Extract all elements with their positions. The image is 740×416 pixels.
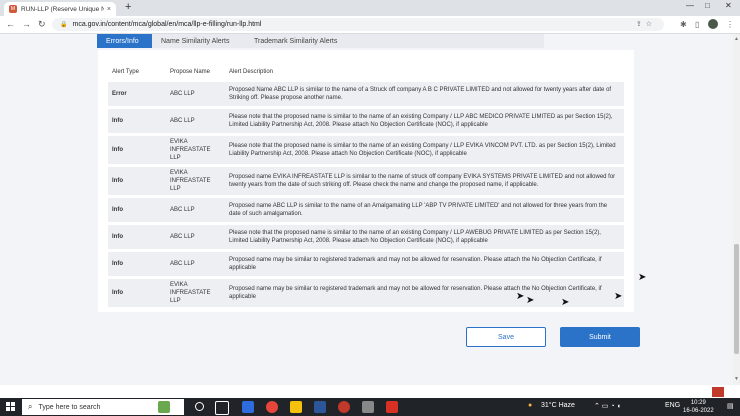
scroll-down-icon[interactable]: ▼	[734, 376, 739, 382]
alert-type: Info	[108, 252, 166, 276]
alert-tabs: Errors/Info Name Similarity Alerts Trade…	[97, 34, 544, 48]
scroll-thumb[interactable]	[734, 244, 739, 354]
app-icon[interactable]	[338, 401, 350, 413]
forward-button[interactable]: →	[22, 19, 31, 29]
alert-description: Proposed Name ABC LLP is similar to the …	[225, 82, 624, 106]
back-button[interactable]: ←	[6, 19, 15, 29]
scroll-up-icon[interactable]: ▲	[734, 36, 739, 42]
table-row: Info ABC LLP Please note that the propos…	[108, 225, 624, 249]
cortana-icon[interactable]	[195, 402, 204, 411]
close-window-button[interactable]: ✕	[725, 1, 732, 10]
cursor-icon: ➤	[638, 272, 647, 283]
propose-name: ABC LLP	[166, 109, 225, 133]
table-row: Info ABC LLP Proposed name ABC LLP is si…	[108, 198, 624, 222]
notification-icon[interactable]: ▤	[727, 402, 734, 410]
table-row: Info ABC LLP Please note that the propos…	[108, 109, 624, 133]
settings-icon[interactable]	[362, 401, 374, 413]
cursor-icon: ➤	[614, 291, 623, 302]
language-indicator[interactable]: ENG	[665, 402, 680, 409]
alert-type: Info	[108, 167, 166, 195]
alerts-card: Alert Type Propose Name Alert Descriptio…	[98, 50, 634, 312]
propose-name: ABC LLP	[166, 252, 225, 276]
menu-kebab-icon[interactable]: ⋮	[726, 20, 734, 29]
url-field[interactable]: 🔒 mca.gov.in/content/mca/global/en/mca/l…	[52, 18, 664, 31]
clock-time: 10:29	[690, 400, 706, 406]
taskbar-search-placeholder[interactable]: Type here to search	[38, 404, 100, 411]
acrobat-icon[interactable]	[386, 401, 398, 413]
alert-description: Please note that the proposed name is si…	[225, 225, 624, 249]
minimize-button[interactable]: —	[686, 1, 694, 10]
tab-close-icon[interactable]: ×	[107, 6, 111, 13]
address-bar: ← → ↻ 🔒 mca.gov.in/content/mca/global/en…	[0, 16, 740, 34]
browser-tab[interactable]: M RUN-LLP (Reserve Unique Name) ×	[4, 2, 116, 16]
cursor-icon: ➤	[561, 297, 570, 308]
clock[interactable]: 10:29 16-06-2022	[683, 399, 714, 415]
table-header-row: Alert Type Propose Name Alert Descriptio…	[108, 65, 624, 79]
search-icon: ⌕	[28, 402, 33, 411]
header-alert-description: Alert Description	[229, 69, 274, 75]
tab-trademark-similarity[interactable]: Trademark Similarity Alerts	[245, 34, 355, 48]
new-tab-button[interactable]: +	[125, 1, 131, 13]
extensions-icon[interactable]: ✱	[680, 20, 687, 29]
alerts-table: Alert Type Propose Name Alert Descriptio…	[108, 62, 624, 310]
reload-button[interactable]: ↻	[38, 19, 46, 30]
clock-date: 16-06-2022	[683, 408, 714, 414]
table-row: Info EVIKA INFREASTATE LLP Please note t…	[108, 136, 624, 164]
browser-tab-title: RUN-LLP (Reserve Unique Name)	[21, 5, 104, 13]
taskbar: ⌕ Type here to search ● 31°C Haze ⌃ ▭ ◔ …	[0, 398, 740, 416]
weather-widget-icon[interactable]	[158, 401, 170, 413]
alert-type: Info	[108, 225, 166, 249]
propose-name: EVIKA INFREASTATE LLP	[166, 279, 225, 307]
file-explorer-icon[interactable]	[290, 401, 302, 413]
propose-name: ABC LLP	[166, 198, 225, 222]
page-scrollbar[interactable]: ▲ ▼	[733, 34, 740, 385]
alert-type: Error	[108, 82, 166, 106]
tab-name-similarity[interactable]: Name Similarity Alerts	[152, 34, 244, 48]
task-view-icon[interactable]	[215, 401, 229, 415]
sidepanel-icon[interactable]: ▯	[695, 20, 699, 29]
table-row: Error ABC LLP Proposed Name ABC LLP is s…	[108, 82, 624, 106]
url-text[interactable]: mca.gov.in/content/mca/global/en/mca/llp…	[72, 21, 261, 28]
browser-tabstrip: M RUN-LLP (Reserve Unique Name) × + — □ …	[0, 0, 740, 16]
alert-type: Info	[108, 136, 166, 164]
alert-description: Proposed name ABC LLP is similar to the …	[225, 198, 624, 222]
favicon-icon: M	[9, 5, 17, 13]
chrome-icon[interactable]	[266, 401, 278, 413]
tab-errors-info[interactable]: Errors/Info	[97, 34, 152, 48]
maximize-button[interactable]: □	[705, 1, 710, 10]
word-icon[interactable]	[314, 401, 326, 413]
cursor-icon: ➤	[516, 291, 525, 302]
propose-name: ABC LLP	[166, 82, 225, 106]
table-row: Info EVIKA INFREASTATE LLP Proposed name…	[108, 167, 624, 195]
app-icon[interactable]	[242, 401, 254, 413]
submit-button[interactable]: Submit	[560, 327, 640, 347]
weather-icon[interactable]: ●	[528, 402, 532, 409]
page-content: Errors/Info Name Similarity Alerts Trade…	[0, 34, 733, 385]
cursor-icon: ➤	[526, 295, 535, 306]
alert-type: Info	[108, 109, 166, 133]
table-row: Info EVIKA INFREASTATE LLP Proposed name…	[108, 279, 624, 307]
alert-type: Info	[108, 279, 166, 307]
alert-description: Proposed name EVIKA INFREASTATE LLP is s…	[225, 167, 624, 195]
alert-description: Please note that the proposed name is si…	[225, 136, 624, 164]
alert-description: Please note that the proposed name is si…	[225, 109, 624, 133]
alert-description: Proposed name may be similar to register…	[225, 252, 624, 276]
share-star-icons[interactable]: ⇪☆	[636, 20, 656, 28]
lock-icon[interactable]: 🔒	[60, 21, 67, 28]
weather-text[interactable]: 31°C Haze	[541, 402, 575, 409]
tray-icons[interactable]: ⌃ ▭ ◔ ◖	[594, 402, 621, 410]
propose-name: EVIKA INFREASTATE LLP	[166, 136, 225, 164]
propose-name: ABC LLP	[166, 225, 225, 249]
alert-type: Info	[108, 198, 166, 222]
chat-widget-icon[interactable]	[712, 387, 724, 397]
propose-name: EVIKA INFREASTATE LLP	[166, 167, 225, 195]
header-propose-name: Propose Name	[170, 69, 211, 75]
profile-avatar[interactable]	[708, 19, 718, 29]
save-button[interactable]: Save	[466, 327, 546, 347]
header-alert-type: Alert Type	[112, 69, 139, 75]
windows-start-icon[interactable]	[6, 402, 16, 412]
table-row: Info ABC LLP Proposed name may be simila…	[108, 252, 624, 276]
